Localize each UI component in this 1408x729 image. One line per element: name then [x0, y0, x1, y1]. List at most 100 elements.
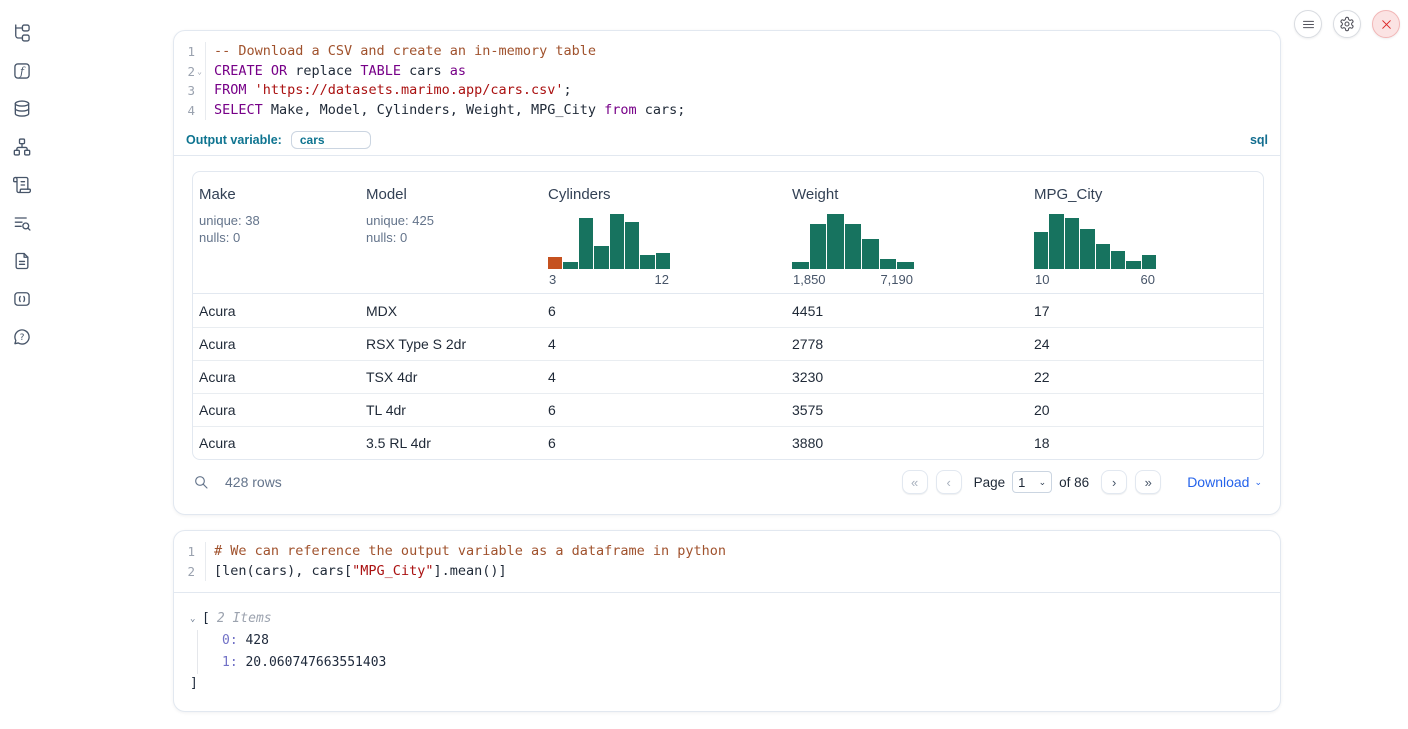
histogram-bar [1049, 214, 1063, 269]
histogram-bar [594, 246, 608, 269]
dependency-graph-icon[interactable] [10, 136, 34, 158]
column-header-mpg-city[interactable]: MPG_City 10 60 [1028, 172, 1263, 293]
file-tree-icon[interactable] [10, 22, 34, 44]
tree-entries: 0: 428 1: 20.060747663551403 [197, 630, 1280, 674]
column-stat: unique: 38 [199, 212, 352, 229]
settings-button[interactable] [1333, 10, 1361, 38]
menu-icon [1301, 17, 1316, 32]
documentation-icon[interactable] [10, 250, 34, 272]
histogram-bar [625, 222, 639, 269]
column-header-model[interactable]: Model unique: 425 nulls: 0 [360, 172, 542, 293]
menu-button[interactable] [1294, 10, 1322, 38]
mpg-city-histogram: 10 60 [1034, 214, 1156, 287]
code-text: # We can reference the output variable a… [206, 542, 726, 562]
line-number: 2 [187, 562, 195, 582]
histogram-max-label: 7,190 [880, 272, 913, 287]
logs-search-icon[interactable] [10, 212, 34, 234]
pagination: « ‹ Page 1 ⌄ of 86 › » Download ⌄ [902, 470, 1262, 494]
histogram-bar [640, 255, 654, 269]
histogram-bar [845, 224, 862, 269]
line-gutter: 2 [174, 562, 206, 582]
histogram-bar [880, 259, 897, 269]
items-count-label: 2 Items [217, 608, 272, 630]
line-gutter: 3 [174, 81, 206, 101]
code-text: CREATE OR replace TABLE cars as [206, 62, 466, 82]
code-text: -- Download a CSV and create an in-memor… [206, 42, 596, 62]
bracket-close: ] [190, 674, 1280, 693]
histogram-bar [1126, 261, 1140, 269]
weight-histogram: 1,850 7,190 [792, 214, 914, 287]
code-line[interactable]: 3FROM 'https://datasets.marimo.app/cars.… [174, 81, 1280, 101]
column-header-cylinders[interactable]: Cylinders 3 12 [542, 172, 786, 293]
fold-chevron-icon[interactable]: ⌄ [195, 62, 204, 82]
histogram-bar [579, 218, 593, 269]
histogram-bar [563, 262, 577, 269]
histogram-min-label: 3 [549, 272, 556, 287]
snippets-icon[interactable] [10, 288, 34, 310]
histogram-max-label: 12 [655, 272, 669, 287]
table-row[interactable]: Acura 3.5 RL 4dr 6 3880 18 [193, 426, 1263, 459]
table-footer: 428 rows « ‹ Page 1 ⌄ of 86 › » Download… [174, 463, 1280, 501]
prev-page-button[interactable]: ‹ [936, 470, 962, 494]
code-line[interactable]: 4SELECT Make, Model, Cylinders, Weight, … [174, 101, 1280, 121]
language-badge: sql [1250, 133, 1268, 147]
page-label: Page [974, 475, 1006, 490]
histogram-bar [792, 262, 809, 269]
code-line[interactable]: 2 [len(cars), cars["MPG_City"].mean()] [174, 562, 1280, 582]
first-page-button[interactable]: « [902, 470, 928, 494]
histogram-bar [1096, 244, 1110, 269]
histogram-bar [810, 224, 827, 269]
next-page-button[interactable]: › [1101, 470, 1127, 494]
column-header-make[interactable]: Make unique: 38 nulls: 0 [193, 172, 360, 293]
column-stat: nulls: 0 [199, 229, 352, 246]
cylinders-histogram: 3 12 [548, 214, 670, 287]
help-icon[interactable]: ? [10, 326, 34, 348]
download-button[interactable]: Download ⌄ [1187, 474, 1262, 490]
collapse-chevron-icon[interactable]: ⌄ [190, 608, 202, 630]
histogram-bar [862, 239, 879, 269]
line-gutter: 1 [174, 542, 206, 562]
datasources-icon[interactable] [10, 98, 34, 120]
histogram-bar [1065, 218, 1079, 269]
tree-entry: 0: 428 [222, 630, 1280, 652]
line-gutter: 1 [174, 42, 206, 62]
histogram-bar [1142, 255, 1156, 269]
line-number: 4 [187, 101, 195, 121]
svg-text:f: f [19, 65, 26, 78]
output-variable-row: Output variable: sql [174, 129, 1280, 156]
close-button[interactable] [1372, 10, 1400, 38]
table-row[interactable]: Acura MDX 6 4451 17 [193, 294, 1263, 327]
page-select[interactable]: 1 ⌄ [1012, 471, 1052, 493]
column-stat: unique: 425 [366, 212, 534, 229]
search-button[interactable] [192, 473, 210, 491]
scratchpad-icon[interactable] [10, 174, 34, 196]
python-cell: 1 # We can reference the output variable … [173, 530, 1281, 712]
column-header-weight[interactable]: Weight 1,850 7,190 [786, 172, 1028, 293]
histogram-min-label: 1,850 [793, 272, 826, 287]
bracket-open: [ [202, 608, 210, 630]
total-pages-label: of 86 [1059, 475, 1089, 490]
histogram-bar [897, 262, 914, 269]
histogram-bar [827, 214, 844, 269]
python-output: ⌄ [ 2 Items 0: 428 1: 20.060747663551403… [174, 593, 1280, 693]
variables-icon[interactable]: f [10, 60, 34, 82]
python-code-editor[interactable]: 1 # We can reference the output variable … [174, 531, 1280, 593]
histogram-min-label: 10 [1035, 272, 1049, 287]
table-header: Make unique: 38 nulls: 0 Model unique: 4… [193, 172, 1263, 294]
line-number: 1 [187, 542, 195, 562]
table-row[interactable]: Acura RSX Type S 2dr 4 2778 24 [193, 327, 1263, 360]
sql-code-editor[interactable]: 1-- Download a CSV and create an in-memo… [174, 31, 1280, 128]
code-line[interactable]: 1-- Download a CSV and create an in-memo… [174, 42, 1280, 62]
row-count: 428 rows [225, 474, 282, 490]
histogram-bar [1034, 232, 1048, 269]
column-stat: nulls: 0 [366, 229, 534, 246]
code-text: [len(cars), cars["MPG_City"].mean()] [206, 562, 507, 582]
code-line[interactable]: 2⌄CREATE OR replace TABLE cars as [174, 62, 1280, 82]
table-row[interactable]: Acura TSX 4dr 4 3230 22 [193, 360, 1263, 393]
table-row[interactable]: Acura TL 4dr 6 3575 20 [193, 393, 1263, 426]
output-variable-input[interactable] [291, 131, 371, 149]
sidebar: f ? [0, 0, 44, 729]
code-line[interactable]: 1 # We can reference the output variable … [174, 542, 1280, 562]
histogram-bar [1111, 251, 1125, 269]
last-page-button[interactable]: » [1135, 470, 1161, 494]
